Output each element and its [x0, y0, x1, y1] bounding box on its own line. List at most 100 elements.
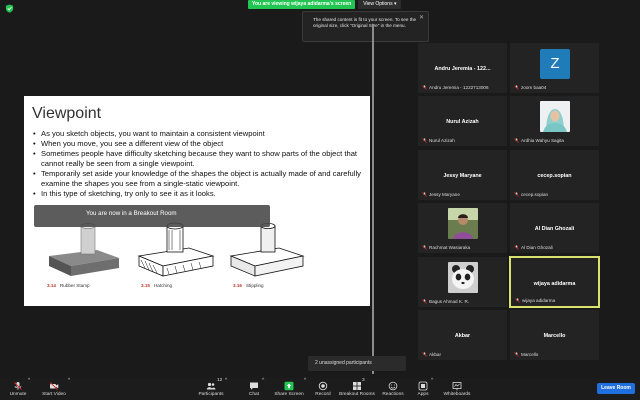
- participant-display-name: Andru Jeremia - 122...: [434, 66, 491, 72]
- figure-number: 3.16: [233, 283, 242, 288]
- participant-name: Akbar: [429, 352, 442, 357]
- participant-name-tag: Marcello: [514, 352, 538, 357]
- participant-tile[interactable]: Zzoom baa04: [509, 42, 600, 94]
- participant-name-tag: Jessy Maryane: [422, 192, 460, 197]
- apps-icon: [418, 381, 428, 391]
- participant-name: zoom baa04: [521, 85, 547, 90]
- viewing-screen-label: You are viewing wijaya adidarma's screen: [248, 0, 356, 9]
- close-icon[interactable]: ✕: [419, 15, 424, 21]
- participant-name-tag: Andru Jeremia - 1222713006: [422, 85, 489, 90]
- participant-tile[interactable]: Nurul Azizah Nurul Azizah: [417, 95, 508, 147]
- microphone-muted-icon: [514, 192, 519, 197]
- slide-bullet: In this type of sketching, try only to s…: [32, 189, 366, 199]
- figure-label: Hatching: [153, 283, 173, 288]
- participant-tile[interactable]: Al Dian Ghozali Al Dian Ghozali: [509, 202, 600, 254]
- microphone-muted-icon: [422, 85, 427, 90]
- apps-options-caret[interactable]: ^: [431, 378, 433, 400]
- participant-tile[interactable]: Marcello Marcello: [509, 309, 600, 361]
- share-banner: You are viewing wijaya adidarma's screen…: [248, 0, 402, 9]
- participant-name: Nurul Azizah: [429, 138, 455, 143]
- figure-caption: 3.14 Rubber Stamp: [47, 283, 90, 288]
- participant-name: Bagus Ahmad K. R.: [429, 299, 470, 304]
- participant-name-tag: Bagus Ahmad K. R.: [422, 299, 469, 304]
- start-video-label: Start Video: [42, 392, 66, 397]
- breakout-rooms-icon: [353, 382, 361, 390]
- security-shield-icon[interactable]: [5, 4, 14, 13]
- microphone-muted-icon: [514, 245, 519, 250]
- participants-icon: [206, 382, 216, 390]
- reactions-emoji-icon: [388, 381, 398, 391]
- microphone-muted-icon: [14, 382, 22, 390]
- participant-tile[interactable]: Andru Jeremia - 122... Andru Jeremia - 12…: [417, 42, 508, 94]
- breakout-rooms-button[interactable]: Breakout Rooms: [339, 378, 375, 400]
- unmute-button[interactable]: Unmute: [6, 378, 30, 400]
- share-options-caret[interactable]: ^: [304, 378, 306, 400]
- participant-display-name: wijaya adidarma: [533, 281, 576, 287]
- participant-tile[interactable]: cecep.sopian cecep.sopian: [509, 149, 600, 201]
- participant-name-tag: Al Dian Ghozali: [514, 245, 553, 250]
- microphone-muted-icon: [514, 85, 519, 90]
- unassigned-participants-notice[interactable]: 2 unassigned participants: [308, 356, 406, 371]
- microphone-muted-icon: [422, 352, 427, 357]
- fit-to-screen-tooltip: The shared content is fit to your screen…: [302, 11, 429, 42]
- participant-tile[interactable]: Ardhia Wahyu Sagita: [509, 95, 600, 147]
- view-options-button[interactable]: View Options ▾: [358, 0, 402, 9]
- slide-bullet: As you sketch objects, you want to maint…: [32, 129, 366, 139]
- microphone-muted-icon: [422, 299, 427, 304]
- reactions-label: Reactions: [382, 392, 404, 397]
- figure-caption: 3.16 Stippling: [233, 283, 264, 288]
- slide-bullets: As you sketch objects, you want to maint…: [32, 129, 366, 199]
- reactions-button[interactable]: Reactions: [381, 378, 405, 400]
- figure-label: Stippling: [245, 283, 264, 288]
- microphone-muted-icon: [422, 192, 427, 197]
- participant-tile[interactable]: Bagus Ahmad K. R.: [417, 256, 508, 308]
- chat-options-caret[interactable]: ^: [262, 378, 264, 400]
- chat-label: Chat: [248, 392, 260, 397]
- share-screen-icon: [284, 381, 294, 391]
- participant-display-name: Al Dian Ghozali: [534, 226, 575, 232]
- microphone-muted-icon: [514, 138, 519, 143]
- figure-number: 3.14: [47, 283, 56, 288]
- record-button[interactable]: Record: [313, 378, 333, 400]
- slide-bullet: Sometimes people have difficulty sketchi…: [32, 149, 366, 169]
- participant-photo: [448, 208, 478, 239]
- share-screen-button[interactable]: Share Screen: [273, 378, 305, 400]
- whiteboards-button[interactable]: Whiteboards: [442, 378, 472, 400]
- split-view-divider[interactable]: [372, 24, 374, 374]
- participant-name-tag: Nurul Azizah: [422, 138, 455, 143]
- participant-tile[interactable]: Akbar Akbar: [417, 309, 508, 361]
- breakout-rooms-label: Breakout Rooms: [339, 392, 375, 397]
- slide-bullet: Temporarily set aside your knowledge of …: [32, 169, 366, 189]
- participant-display-name: cecep.sopian: [537, 173, 572, 179]
- participant-name-tag: zoom baa04: [514, 85, 546, 90]
- chat-bubble-icon: [250, 382, 258, 390]
- participant-display-name: Nurul Azizah: [446, 119, 479, 125]
- participant-tile[interactable]: wijaya adidarma wijaya adidarma: [509, 256, 600, 308]
- figure-number: 3.15: [141, 283, 150, 288]
- share-screen-label: Share Screen: [274, 392, 304, 397]
- participants-options-caret[interactable]: ^: [225, 378, 227, 400]
- meeting-toolbar: Unmute ^ Start Video ^ Participants 12 ^…: [0, 378, 640, 400]
- record-icon: [318, 381, 328, 391]
- audio-options-caret[interactable]: ^: [28, 378, 30, 400]
- participant-name: Andru Jeremia - 1222713006: [429, 85, 489, 90]
- participant-name: cecep.sopian: [521, 192, 549, 197]
- apps-label: Apps: [417, 392, 429, 397]
- leave-room-button[interactable]: Leave Room: [597, 383, 635, 394]
- chevron-down-icon: ▾: [393, 1, 397, 7]
- participants-count: 12: [217, 378, 223, 383]
- start-video-button[interactable]: Start Video: [39, 378, 69, 400]
- breakout-room-banner: You are now in a Breakout Room: [34, 205, 270, 227]
- participant-name: wijaya adidarma: [522, 298, 556, 303]
- video-options-caret[interactable]: ^: [68, 378, 70, 400]
- participant-tile[interactable]: Rachmat Wasiaraka: [417, 202, 508, 254]
- breakout-rooms-badge: 3: [362, 378, 365, 383]
- figure-caption: 3.15 Hatching: [141, 283, 172, 288]
- view-options-label: View Options: [363, 1, 393, 7]
- rubber-stamp-illustration: [49, 223, 119, 276]
- participant-tile[interactable]: Jessy Maryane Jessy Maryane: [417, 149, 508, 201]
- participant-name-tag: Rachmat Wasiaraka: [422, 245, 470, 250]
- chat-button[interactable]: Chat: [244, 378, 264, 400]
- unmute-label: Unmute: [9, 392, 27, 397]
- apps-button[interactable]: Apps: [414, 378, 432, 400]
